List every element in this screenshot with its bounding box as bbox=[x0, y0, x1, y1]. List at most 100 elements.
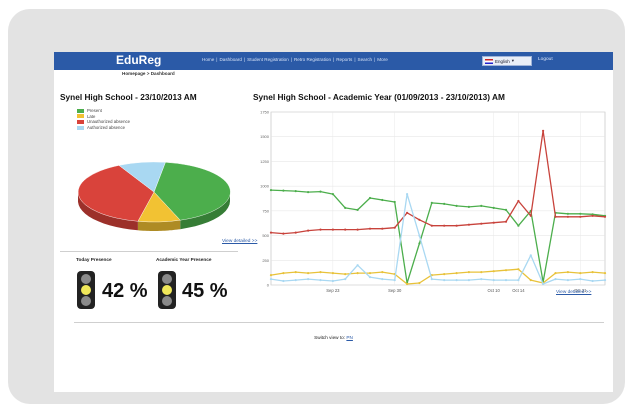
data-point-unauthorized-absence[interactable] bbox=[269, 231, 273, 234]
data-point-authorized-absence[interactable] bbox=[430, 278, 433, 281]
switch-view-link[interactable]: PN bbox=[346, 335, 353, 340]
data-point-late[interactable] bbox=[579, 272, 582, 275]
data-point-unauthorized-absence[interactable] bbox=[307, 229, 310, 232]
data-point-unauthorized-absence[interactable] bbox=[443, 224, 446, 227]
data-point-unauthorized-absence[interactable] bbox=[344, 228, 347, 231]
data-point-authorized-absence[interactable] bbox=[455, 279, 458, 282]
data-point-unauthorized-absence[interactable] bbox=[418, 218, 421, 221]
data-point-unauthorized-absence[interactable] bbox=[480, 222, 483, 225]
data-point-late[interactable] bbox=[331, 272, 334, 275]
data-point-late[interactable] bbox=[566, 271, 569, 274]
nav-item-home[interactable]: Home bbox=[202, 57, 214, 62]
data-point-unauthorized-absence[interactable] bbox=[529, 214, 532, 217]
nav-item-search[interactable]: Search bbox=[358, 57, 373, 62]
data-point-present[interactable] bbox=[579, 212, 582, 215]
data-point-unauthorized-absence[interactable] bbox=[467, 223, 470, 226]
data-point-late[interactable] bbox=[356, 272, 359, 275]
data-point-authorized-absence[interactable] bbox=[356, 264, 359, 267]
data-point-late[interactable] bbox=[294, 271, 297, 274]
data-point-late[interactable] bbox=[368, 272, 372, 275]
app-logo[interactable]: EduReg bbox=[116, 53, 161, 67]
data-point-present[interactable] bbox=[294, 190, 297, 193]
data-point-present[interactable] bbox=[455, 204, 458, 207]
data-point-late[interactable] bbox=[269, 274, 273, 277]
data-point-unauthorized-absence[interactable] bbox=[579, 215, 582, 218]
data-point-unauthorized-absence[interactable] bbox=[517, 199, 520, 203]
data-point-authorized-absence[interactable] bbox=[492, 279, 495, 282]
data-point-unauthorized-absence[interactable] bbox=[542, 129, 545, 132]
data-point-authorized-absence[interactable] bbox=[542, 282, 545, 286]
data-point-authorized-absence[interactable] bbox=[331, 279, 334, 283]
data-point-unauthorized-absence[interactable] bbox=[368, 227, 372, 230]
data-point-present[interactable] bbox=[282, 189, 285, 192]
data-point-present[interactable] bbox=[307, 191, 310, 194]
data-point-authorized-absence[interactable] bbox=[381, 278, 384, 281]
data-point-unauthorized-absence[interactable] bbox=[455, 224, 458, 227]
data-point-unauthorized-absence[interactable] bbox=[492, 221, 495, 224]
data-point-late[interactable] bbox=[282, 272, 285, 275]
data-point-present[interactable] bbox=[566, 212, 569, 215]
nav-item-reports[interactable]: Reports bbox=[336, 57, 352, 62]
data-point-late[interactable] bbox=[467, 271, 470, 274]
data-point-unauthorized-absence[interactable] bbox=[381, 227, 384, 230]
nav-item-student-registration[interactable]: Student Registration bbox=[247, 57, 289, 62]
data-point-late[interactable] bbox=[480, 271, 483, 274]
language-select[interactable]: English ▾ bbox=[482, 56, 532, 66]
nav-item-retro-registration[interactable]: Retro Registration bbox=[294, 57, 331, 62]
data-point-unauthorized-absence[interactable] bbox=[331, 228, 334, 231]
data-point-present[interactable] bbox=[467, 205, 470, 208]
data-point-authorized-absence[interactable] bbox=[406, 193, 409, 196]
data-point-authorized-absence[interactable] bbox=[517, 279, 520, 282]
data-point-authorized-absence[interactable] bbox=[269, 278, 273, 281]
data-point-late[interactable] bbox=[603, 272, 607, 275]
data-point-unauthorized-absence[interactable] bbox=[591, 214, 594, 217]
data-point-authorized-absence[interactable] bbox=[529, 254, 532, 257]
data-point-unauthorized-absence[interactable] bbox=[554, 215, 557, 218]
data-point-late[interactable] bbox=[406, 282, 409, 286]
data-point-authorized-absence[interactable] bbox=[418, 234, 421, 237]
data-point-late[interactable] bbox=[554, 272, 557, 275]
data-point-late[interactable] bbox=[517, 268, 520, 271]
data-point-present[interactable] bbox=[393, 200, 396, 204]
data-point-present[interactable] bbox=[430, 201, 433, 204]
data-point-present[interactable] bbox=[356, 208, 359, 211]
data-point-late[interactable] bbox=[591, 271, 594, 274]
data-point-unauthorized-absence[interactable] bbox=[282, 232, 285, 235]
data-point-late[interactable] bbox=[492, 270, 495, 273]
data-point-unauthorized-absence[interactable] bbox=[393, 226, 396, 229]
data-point-unauthorized-absence[interactable] bbox=[603, 215, 607, 218]
data-point-authorized-absence[interactable] bbox=[282, 279, 285, 283]
data-point-late[interactable] bbox=[418, 281, 421, 285]
nav-item-dashboard[interactable]: Dashboard bbox=[219, 57, 241, 62]
data-point-late[interactable] bbox=[381, 271, 384, 274]
data-point-authorized-absence[interactable] bbox=[579, 278, 582, 281]
data-point-unauthorized-absence[interactable] bbox=[294, 231, 297, 234]
data-point-present[interactable] bbox=[480, 204, 483, 207]
data-point-authorized-absence[interactable] bbox=[393, 279, 396, 282]
data-point-present[interactable] bbox=[381, 198, 384, 202]
data-point-unauthorized-absence[interactable] bbox=[356, 228, 359, 231]
data-point-authorized-absence[interactable] bbox=[443, 279, 446, 282]
data-point-present[interactable] bbox=[418, 242, 421, 245]
data-point-authorized-absence[interactable] bbox=[319, 279, 322, 282]
data-point-unauthorized-absence[interactable] bbox=[406, 211, 409, 214]
data-point-authorized-absence[interactable] bbox=[480, 278, 483, 281]
data-point-authorized-absence[interactable] bbox=[504, 279, 508, 282]
data-point-authorized-absence[interactable] bbox=[591, 279, 594, 283]
logout-link[interactable]: Logout bbox=[538, 57, 553, 62]
data-point-authorized-absence[interactable] bbox=[368, 276, 372, 279]
data-point-late[interactable] bbox=[455, 272, 458, 275]
view-detailed-link-yearly[interactable]: View detailed >> bbox=[556, 290, 591, 295]
data-point-present[interactable] bbox=[443, 202, 446, 205]
nav-item-more[interactable]: More bbox=[377, 57, 387, 62]
data-point-unauthorized-absence[interactable] bbox=[430, 224, 433, 227]
data-point-late[interactable] bbox=[344, 273, 347, 276]
data-point-present[interactable] bbox=[517, 224, 520, 227]
data-point-late[interactable] bbox=[529, 279, 532, 282]
data-point-present[interactable] bbox=[504, 208, 508, 211]
data-point-late[interactable] bbox=[319, 271, 322, 274]
data-point-present[interactable] bbox=[492, 206, 495, 209]
data-point-late[interactable] bbox=[443, 273, 446, 276]
data-point-present[interactable] bbox=[269, 189, 273, 192]
data-point-present[interactable] bbox=[368, 196, 372, 200]
